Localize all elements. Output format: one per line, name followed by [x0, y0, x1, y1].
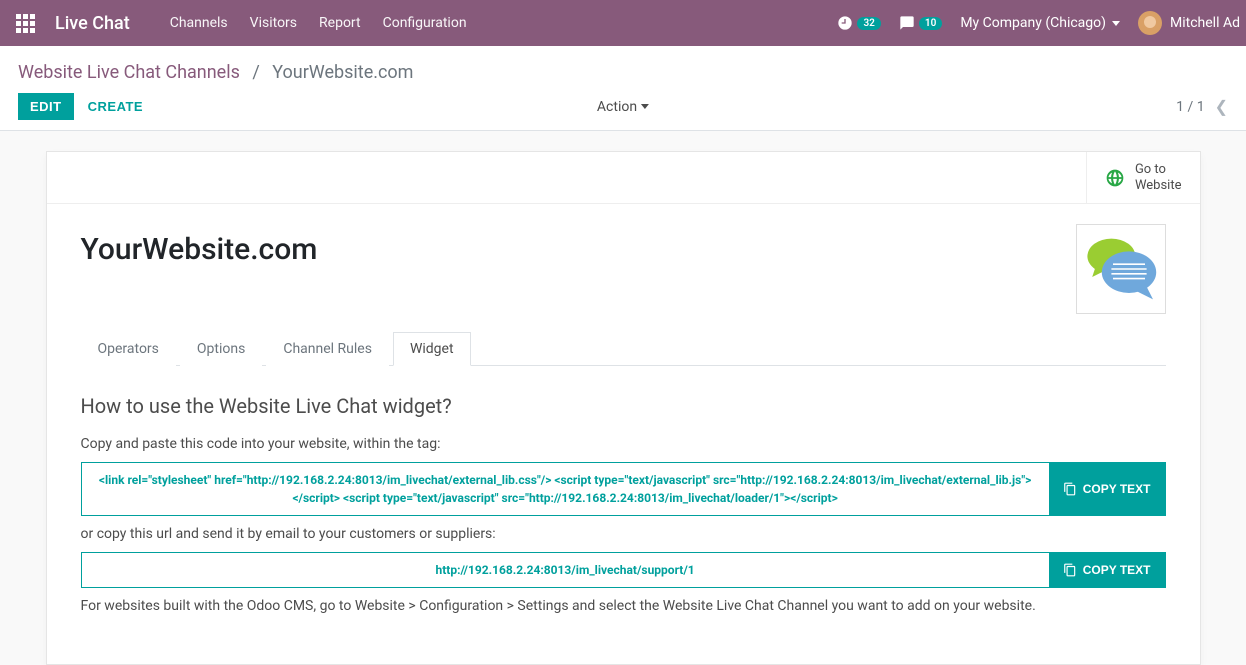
- go-to-website-button[interactable]: Go to Website: [1086, 152, 1200, 203]
- nav-menu: Channels Visitors Report Configuration: [170, 15, 467, 31]
- widget-p3: For websites built with the Odoo CMS, go…: [81, 598, 1166, 614]
- nav-visitors[interactable]: Visitors: [250, 15, 297, 31]
- tabs: Operators Options Channel Rules Widget: [81, 331, 1166, 366]
- tab-widget[interactable]: Widget: [393, 332, 471, 366]
- chat-icon: [899, 15, 915, 31]
- edit-button[interactable]: EDIT: [18, 93, 74, 120]
- form-wrap: Go to Website YourWebsite.com: [0, 131, 1246, 665]
- embed-code-line1: <link rel="stylesheet" href="http://192.…: [94, 471, 1037, 489]
- user-avatar-icon: [1138, 11, 1162, 35]
- nav-channels[interactable]: Channels: [170, 15, 228, 31]
- caret-down-icon: [1112, 21, 1120, 26]
- action-dropdown[interactable]: Action: [597, 99, 649, 115]
- breadcrumb-parent[interactable]: Website Live Chat Channels: [18, 62, 240, 83]
- breadcrumb-bar: Website Live Chat Channels / YourWebsite…: [0, 46, 1246, 83]
- breadcrumb-current: YourWebsite.com: [272, 62, 413, 83]
- create-button[interactable]: CREATE: [88, 99, 143, 114]
- tab-content-widget: How to use the Website Live Chat widget?…: [81, 366, 1166, 614]
- go-to-website-line2: Website: [1135, 178, 1182, 194]
- company-switcher[interactable]: My Company (Chicago): [960, 15, 1120, 31]
- copy-url-button[interactable]: COPY TEXT: [1049, 553, 1165, 587]
- nav-report[interactable]: Report: [319, 15, 361, 31]
- breadcrumb: Website Live Chat Channels / YourWebsite…: [18, 62, 1228, 83]
- copy-code-button[interactable]: COPY TEXT: [1049, 463, 1165, 515]
- app-name[interactable]: Live Chat: [55, 13, 130, 34]
- user-name: Mitchell Ad: [1170, 15, 1240, 31]
- page-title: YourWebsite.com: [81, 232, 1166, 267]
- widget-p1: Copy and paste this code into your websi…: [81, 436, 1166, 452]
- company-name: My Company (Chicago): [960, 15, 1106, 31]
- copy-code-label: COPY TEXT: [1083, 482, 1151, 496]
- pager: 1 / 1 ❮: [1176, 97, 1228, 116]
- embed-code-text: <link rel="stylesheet" href="http://192.…: [82, 463, 1049, 515]
- chat-bubbles-icon: [1081, 229, 1161, 309]
- nav-configuration[interactable]: Configuration: [383, 15, 467, 31]
- main-navbar: Live Chat Channels Visitors Report Confi…: [0, 0, 1246, 46]
- pager-prev-icon[interactable]: ❮: [1215, 97, 1228, 116]
- widget-heading: How to use the Website Live Chat widget?: [81, 394, 1166, 418]
- discuss-count: 10: [919, 17, 942, 30]
- apps-icon[interactable]: [16, 14, 35, 33]
- support-url-text: http://192.168.2.24:8013/im_livechat/sup…: [82, 553, 1049, 587]
- globe-icon: [1105, 168, 1125, 188]
- breadcrumb-separator: /: [244, 62, 267, 83]
- control-panel: EDIT CREATE Action 1 / 1 ❮: [0, 83, 1246, 131]
- channel-image: [1076, 224, 1166, 314]
- activity-indicator[interactable]: 32: [837, 15, 880, 31]
- activity-count: 32: [857, 17, 880, 30]
- navbar-right: 32 10 My Company (Chicago) Mitchell Ad: [837, 11, 1246, 35]
- caret-down-icon: [641, 104, 649, 109]
- user-menu[interactable]: Mitchell Ad: [1138, 11, 1240, 35]
- form-sheet: Go to Website YourWebsite.com: [46, 151, 1201, 665]
- action-label: Action: [597, 99, 637, 115]
- widget-p2: or copy this url and send it by email to…: [81, 526, 1166, 542]
- tab-channel-rules[interactable]: Channel Rules: [266, 332, 389, 366]
- support-url-box: http://192.168.2.24:8013/im_livechat/sup…: [81, 552, 1166, 588]
- go-to-website-text: Go to Website: [1135, 162, 1182, 193]
- copy-icon: [1063, 563, 1077, 577]
- pager-text: 1 / 1: [1176, 99, 1204, 115]
- copy-url-label: COPY TEXT: [1083, 563, 1151, 577]
- clock-icon: [837, 15, 853, 31]
- tab-options[interactable]: Options: [180, 332, 262, 366]
- tab-operators[interactable]: Operators: [81, 332, 176, 366]
- embed-code-box: <link rel="stylesheet" href="http://192.…: [81, 462, 1166, 516]
- sheet-body: YourWebsite.com Operators Options Channe: [47, 204, 1200, 664]
- discuss-indicator[interactable]: 10: [899, 15, 942, 31]
- go-to-website-line1: Go to: [1135, 162, 1182, 178]
- status-bar: Go to Website: [47, 152, 1200, 204]
- embed-code-line2: </script> <script type="text/javascript"…: [94, 489, 1037, 507]
- copy-icon: [1063, 482, 1077, 496]
